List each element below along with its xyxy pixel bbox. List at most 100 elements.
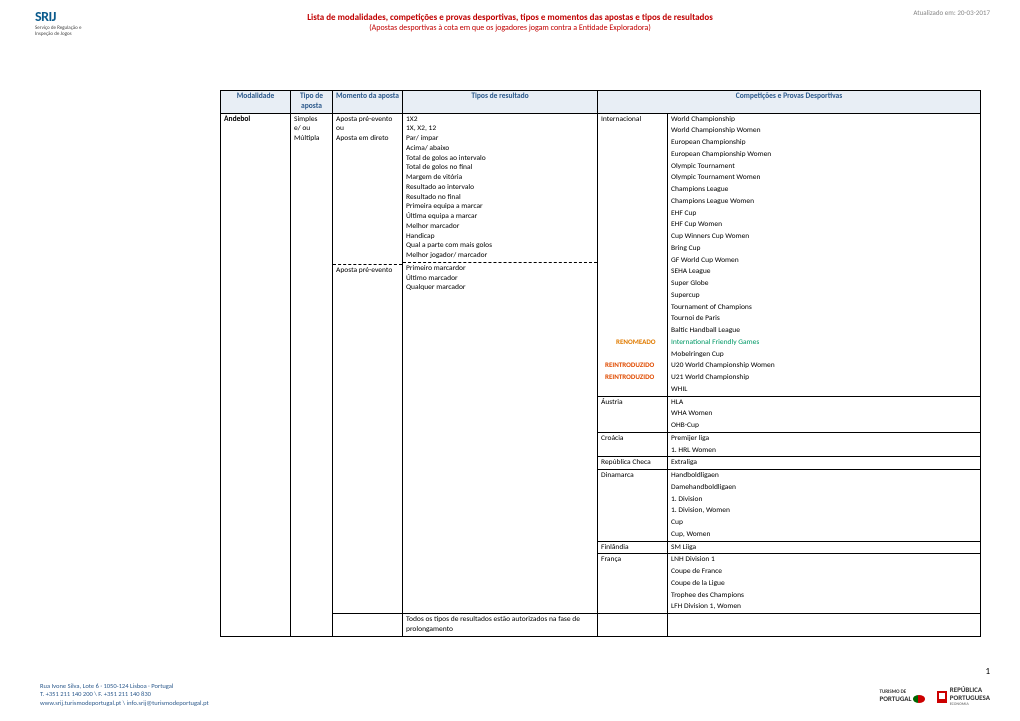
competition-cell: OHB-Cup (668, 420, 981, 432)
competition-name: Damehandboldligaen (671, 483, 736, 492)
tipo-resultado-line: Primeira equipa a marcar (406, 202, 594, 212)
tipo-resultado-line: 1X2 (406, 115, 594, 125)
page-footer: 1 Rua Ivone Silva, Lote 6 · 1050-124 Lis… (0, 671, 1020, 711)
main-table: Modalidade Tipo de aposta Momento da apo… (220, 90, 981, 637)
footer-phone: T. +351 211 140 200 \ F. +351 211 140 83… (40, 690, 209, 698)
prolong-empty-comp (668, 614, 981, 637)
competition-cell: Premijer liga (668, 432, 981, 444)
competition-name: World Championship Women (671, 126, 761, 135)
competition-name: Tournament of Champions (671, 303, 752, 312)
footer-logos: TURISMO DE PORTUGAL REPÚBLICA PORTUGUESA… (879, 686, 990, 707)
competition-name: Cup (671, 518, 683, 527)
country-cell: Dinamarca (598, 470, 668, 542)
competition-cell: Tournament of Champions (668, 302, 981, 314)
competition-cell: Baltic Handball League (668, 325, 981, 337)
competition-cell: EHF Cup (668, 208, 981, 220)
page-subtitle: (Apostas desportivas à cota em que os jo… (20, 23, 1000, 33)
competition-name: 1. Division (671, 495, 702, 504)
tipo-resultado-line: Total de golos no final (406, 163, 594, 173)
status-tag: REINTRODUZIDO (605, 360, 654, 369)
competition-cell: Olympic Tournament (668, 161, 981, 173)
competition-cell: Cup (668, 517, 981, 529)
competition-cell: World Championship (668, 113, 981, 125)
status-tag: REINTRODUZIDO (605, 372, 654, 381)
rep-label-3: ECONOMIA (950, 702, 969, 707)
competition-cell: Champions League (668, 184, 981, 196)
competition-name: Cup, Women (671, 530, 710, 539)
competition-name: Coupe de la Ligue (671, 579, 725, 588)
competition-name: European Championship Women (671, 150, 771, 159)
competition-name: LNH Division 1 (671, 555, 715, 564)
page-header: SRIJ Serviço de Regulação e Inspeção de … (0, 0, 1020, 50)
competition-name: SEHA League (671, 267, 711, 276)
competition-name: HLA (671, 398, 683, 407)
competition-cell: REINTRODUZIDOU21 World Championship (668, 372, 981, 384)
competition-cell: Tournoi de Paris (668, 313, 981, 325)
tipo-resultado-line: 1X, X2, 12 (406, 124, 594, 134)
competition-cell: Bring Cup (668, 243, 981, 255)
competition-cell: Coupe de la Ligue (668, 578, 981, 590)
competition-name: Champions League (671, 185, 728, 194)
competition-cell: Cup, Women (668, 529, 981, 541)
competition-name: 1. Division, Women (671, 506, 730, 515)
country-cell: Finlândia (598, 541, 668, 554)
competition-name: Baltic Handball League (671, 326, 740, 335)
competition-name: WHA Women (671, 409, 712, 418)
prolong-row: Todos os tipos de resultados estão autor… (221, 614, 981, 637)
prolong-empty-country (598, 614, 668, 637)
tipo-resultado-line: Última equipa a marcar (406, 212, 594, 222)
page-title: Lista de modalidades, competições e prov… (20, 12, 1000, 23)
competition-cell: European Championship Women (668, 149, 981, 161)
competition-cell: WHA Women (668, 408, 981, 420)
country-cell: Croácia (598, 432, 668, 457)
competition-name: European Championship (671, 138, 746, 147)
competition-cell: European Championship (668, 137, 981, 149)
competition-cell: Mobelringen Cup (668, 349, 981, 361)
competition-name: World Championship (671, 115, 735, 124)
competition-cell: HLA (668, 396, 981, 408)
competition-name: Supercup (671, 291, 700, 300)
col-momento: Momento da aposta (333, 91, 403, 114)
competition-cell: Damehandboldligaen (668, 482, 981, 494)
competition-name: U20 World Championship Women (671, 361, 775, 370)
competition-cell: Extraliga (668, 457, 981, 470)
col-comp: Competições e Provas Desportivas (598, 91, 981, 114)
turismo-logo: TURISMO DE PORTUGAL (879, 690, 924, 704)
competition-cell: RENOMEADOInternational Friendly Games (668, 337, 981, 349)
competition-cell: Supercup (668, 290, 981, 302)
page-number: 1 (985, 666, 990, 677)
country-cell: França (598, 554, 668, 614)
tipo-resultado-line: Qualquer marcador (406, 283, 594, 293)
tipo-resultado-line: Primeiro marcardor (406, 264, 594, 274)
competition-cell: 1. Division, Women (668, 505, 981, 517)
prolong-cell: Todos os tipos de resultados estão autor… (403, 614, 598, 637)
srij-logo: SRIJ Serviço de Regulação e Inspeção de … (35, 8, 95, 37)
competition-cell: Cup Winners Cup Women (668, 231, 981, 243)
tipo-aposta-line: Múltipla (294, 134, 329, 144)
competition-name: International Friendly Games (671, 338, 759, 347)
competition-name: LFH Division 1, Women (671, 602, 741, 611)
table-body: AndebolSimplese/ ouMúltiplaAposta pré-ev… (221, 113, 981, 636)
competition-cell: WHIL (668, 384, 981, 396)
competition-cell: Champions League Women (668, 196, 981, 208)
competition-name: 1. HRL Women (671, 446, 716, 455)
tipo-resultado-line: Handicap (406, 232, 594, 242)
competition-name: OHB-Cup (671, 421, 699, 430)
col-tiposres: Tipos de resultado (403, 91, 598, 114)
tipo-aposta-line: Simples (294, 115, 329, 125)
competition-cell: SEHA League (668, 266, 981, 278)
table-row: AndebolSimplese/ ouMúltiplaAposta pré-ev… (221, 113, 981, 125)
pt-flag-icon (913, 695, 925, 703)
momento-line: Aposta pré-evento (336, 266, 399, 276)
competition-cell: GF World Cup Women (668, 255, 981, 267)
competition-cell: World Championship Women (668, 125, 981, 137)
competition-cell: Olympic Tournament Women (668, 172, 981, 184)
competition-name: Champions League Women (671, 197, 754, 206)
competition-name: SM Liiga (671, 543, 696, 552)
competition-cell: EHF Cup Women (668, 219, 981, 231)
tipo-resultado-line: Último marcador (406, 274, 594, 284)
competition-name: Olympic Tournament Women (671, 173, 760, 182)
logo-text: SRIJ (35, 8, 95, 25)
tipo-resultado-line: Melhor jogador/ marcador (406, 251, 594, 261)
competition-name: Coupe de France (671, 567, 722, 576)
